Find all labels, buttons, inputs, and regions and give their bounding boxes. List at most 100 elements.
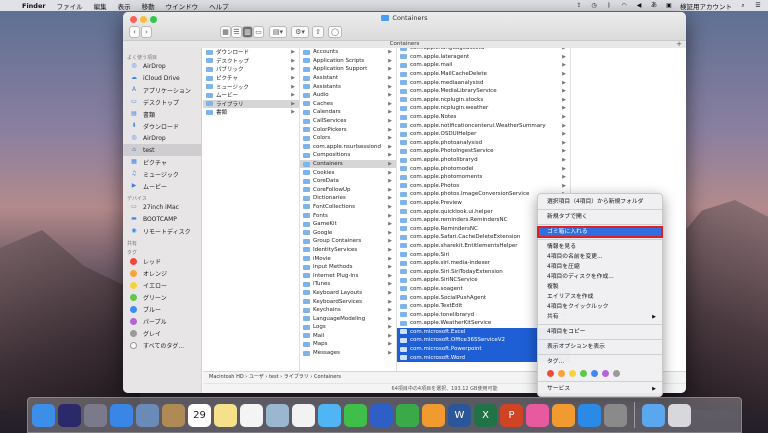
volume-icon[interactable]: ◀ [635,2,643,9]
context-menu-item[interactable]: タグ... [538,357,662,367]
list-item[interactable]: 書類 ▶ [203,108,299,117]
tag-color-dot-icon[interactable] [580,369,587,377]
list-item[interactable]: Application Support ▶ [300,65,396,74]
list-item[interactable]: com.apple.MediaLibraryService ▶ [397,87,570,96]
sidebar-item[interactable]: ♫ ミュージック [123,168,201,180]
spotlight-icon[interactable]: ⌕ [739,2,747,9]
context-menu-item[interactable]: 4項目をクイックルック [538,302,662,312]
list-view-button[interactable]: ☰ [231,26,242,38]
context-menu-item[interactable]: 表示オプションを表示 [538,342,662,352]
list-item[interactable]: Maps ▶ [300,340,396,349]
list-item[interactable]: com.apple.photoanalysisd ▶ [397,139,570,148]
arrange-button[interactable]: ▤▾ [269,26,287,38]
list-item[interactable]: CoreData ▶ [300,177,396,186]
sidebar-item[interactable]: ▭ 27inch iMac [123,201,201,213]
list-item[interactable]: Input Methods ▶ [300,263,396,272]
path-segment[interactable]: Macintosh HD [209,374,244,380]
move-to-trash-menu-item[interactable]: ゴミ箱に入れる [537,226,663,238]
preview-icon[interactable] [266,403,289,427]
list-item[interactable]: com.apple.photolibraryd ▶ [397,156,570,165]
list-item[interactable]: com.apple.mail ▶ [397,61,570,70]
path-segment[interactable]: test [269,374,279,380]
list-item[interactable]: iTunes ▶ [300,280,396,289]
contacts-icon[interactable] [162,403,185,427]
bluetooth-icon[interactable]: ᛒ [605,2,613,9]
sidebar-item[interactable]: ⌂ test [123,144,201,156]
list-item[interactable]: Application Scripts ▶ [300,57,396,66]
list-item[interactable]: Calendars ▶ [300,108,396,117]
context-menu-item[interactable]: サービス ▶ [538,384,662,394]
appstore-icon[interactable] [578,403,601,427]
sidebar-item[interactable]: すべてのタグ... [123,339,201,351]
context-menu-item[interactable]: 新規タブで開く [538,212,662,222]
calendar-icon[interactable]: 29 [188,403,211,427]
list-item[interactable]: Audio ▶ [300,91,396,100]
sidebar-item[interactable]: グレイ [123,327,201,339]
sidebar-item[interactable]: A アプリケーション [123,84,201,96]
tab-title[interactable]: Containers [390,41,420,47]
list-item[interactable]: com.apple.ncplugin.stocks ▶ [397,96,570,105]
list-item[interactable]: Internet Plug-Ins ▶ [300,271,396,280]
list-item[interactable]: com.apple.notificationcenterui.WeatherSu… [397,121,570,130]
column-view-button[interactable]: ▥ [242,26,253,38]
launchpad-icon[interactable] [84,403,107,427]
column-2[interactable]: Accounts ▶ Application Scripts ▶ Application… [300,48,397,371]
list-item[interactable]: Compositions ▶ [300,151,396,160]
list-item[interactable]: Assistant ▶ [300,74,396,83]
context-menu-item[interactable]: 4項目の名前を変更... [538,252,662,262]
sidebar-item[interactable]: グリーン [123,291,201,303]
list-item[interactable]: Cookies ▶ [300,168,396,177]
input-method-icon[interactable]: あ [650,2,658,9]
icon-view-button[interactable]: ▦ [220,26,231,38]
list-item[interactable]: ライブラリ ▶ [203,99,299,109]
menu-app-name[interactable]: Finder [22,2,46,10]
notes-icon[interactable] [214,403,237,427]
folder-icon[interactable] [642,403,665,427]
sidebar-item[interactable]: ⬇ ダウンロード [123,120,201,132]
tag-button[interactable]: ◯ [328,26,342,38]
pages-icon[interactable] [422,403,445,427]
list-item[interactable]: com.apple.Notes ▶ [397,113,570,122]
list-item[interactable]: com.apple.photomoments ▶ [397,173,570,182]
tag-color-dot-icon[interactable] [613,369,620,377]
sidebar-item[interactable]: ☁ iCloud Drive [123,72,201,84]
itunes-icon[interactable] [526,403,549,427]
share-button[interactable]: ⇧ [312,26,324,38]
list-item[interactable]: Mail ▶ [300,332,396,341]
list-item[interactable]: パブリック ▶ [203,65,299,74]
context-menu-item[interactable]: 選択項目（4項目）から新規フォルダ [538,197,662,207]
context-menu-item[interactable]: 複製 [538,282,662,292]
list-item[interactable]: Dictionaries ▶ [300,194,396,203]
list-item[interactable]: KeyboardServices ▶ [300,297,396,306]
sidebar-item[interactable]: ▦ ピクチャ [123,156,201,168]
action-gear-button[interactable]: ⚙▾ [291,26,309,38]
mail-stamp-icon[interactable] [136,403,159,427]
siri-icon[interactable] [58,403,81,427]
list-item[interactable]: Keychains ▶ [300,306,396,315]
context-menu-item[interactable]: 情報を見る [538,242,662,252]
menu-view[interactable]: 表示 [118,1,131,11]
ibooks-icon[interactable] [552,403,575,427]
list-item[interactable]: com.apple.ncplugin.weather ▶ [397,104,570,113]
menu-file[interactable]: ファイル [57,1,83,11]
numbers-icon[interactable] [396,403,419,427]
sidebar-item[interactable]: ◎ AirDrop [123,132,201,144]
menu-edit[interactable]: 編集 [94,1,107,11]
list-item[interactable]: ムービー ▶ [203,91,299,100]
wifi-icon[interactable]: ◠ [620,2,628,9]
sidebar-item[interactable]: オレンジ [123,267,201,279]
forward-button[interactable]: › [141,26,152,38]
sidebar-item[interactable]: イエロー [123,279,201,291]
column-1[interactable]: ダウンロード ▶ デスクトップ ▶ パブリック ▶ ピクチャ ▶ ミュージック ▶ ムービー ▶ ライブ… [203,48,300,371]
list-item[interactable]: LanguageModeling ▶ [300,314,396,323]
gallery-view-button[interactable]: ▭ [253,26,264,38]
list-item[interactable]: Keyboard Layouts ▶ [300,289,396,298]
list-item[interactable]: Assistants ▶ [300,82,396,91]
list-item[interactable]: Google ▶ [300,228,396,237]
notification-center-icon[interactable]: ☰ [754,2,762,9]
list-item[interactable]: com.apple.MailCacheDelete ▶ [397,70,570,79]
powerpoint-icon[interactable]: P [500,403,523,427]
list-item[interactable]: IdentityServices ▶ [300,246,396,255]
tag-color-dot-icon[interactable] [547,369,554,377]
sidebar-item[interactable]: レッド [123,255,201,267]
